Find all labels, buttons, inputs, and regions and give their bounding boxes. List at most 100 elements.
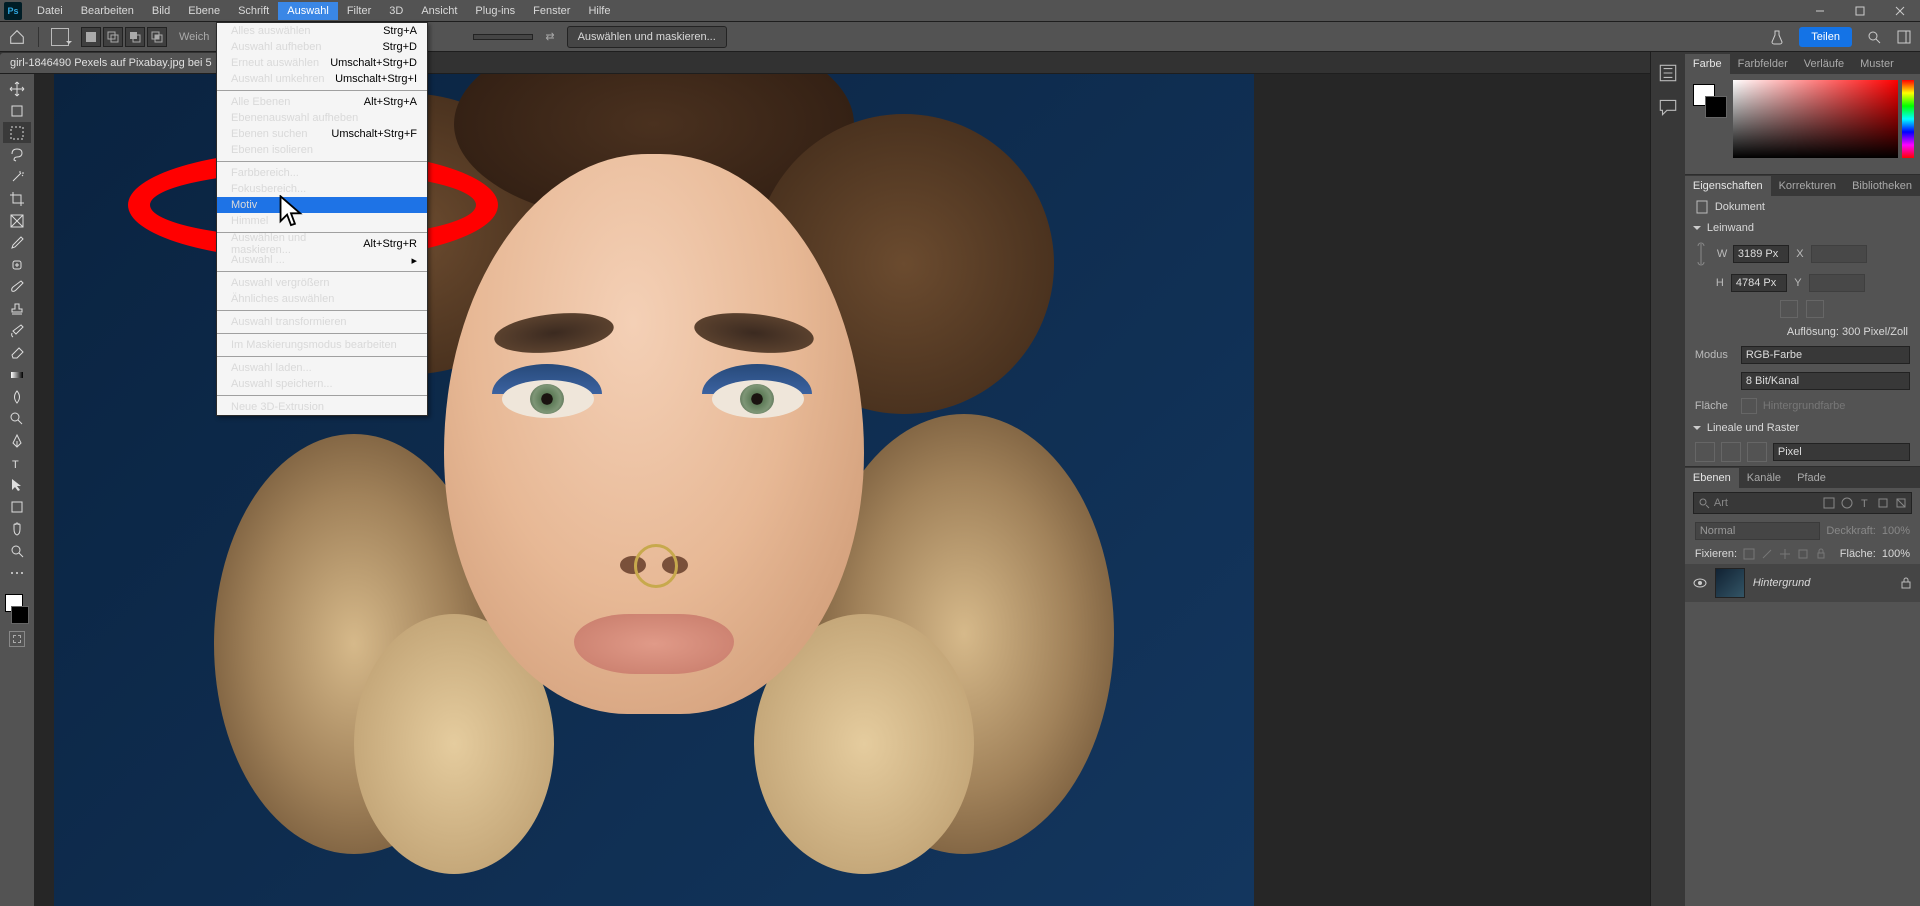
menu-item[interactable]: Auswählen und maskieren...Alt+Strg+R <box>217 236 427 252</box>
tool-zoom[interactable] <box>3 540 31 561</box>
layer-row-background[interactable]: Hintergrund <box>1685 564 1920 602</box>
portrait-orient-icon[interactable] <box>1780 300 1798 318</box>
tool-marquee[interactable] <box>3 122 31 143</box>
guides-icon[interactable] <box>1747 442 1767 462</box>
menu-3d[interactable]: 3D <box>380 2 412 20</box>
filter-shape-icon[interactable] <box>1877 497 1889 509</box>
window-close-button[interactable] <box>1880 0 1920 22</box>
menu-item[interactable]: Ebenen suchenUmschalt+Strg+F <box>217 126 427 142</box>
ruler-icon[interactable] <box>1695 442 1715 462</box>
menu-item[interactable]: Fokusbereich... <box>217 181 427 197</box>
tool-patch[interactable] <box>3 254 31 275</box>
menu-fenster[interactable]: Fenster <box>524 2 579 20</box>
tool-type[interactable]: T <box>3 452 31 473</box>
selection-shape-dropdown[interactable] <box>51 28 69 46</box>
menu-item[interactable]: Farbbereich... <box>217 165 427 181</box>
menu-ansicht[interactable]: Ansicht <box>412 2 466 20</box>
home-icon[interactable] <box>8 28 26 46</box>
tab-verlaeufe[interactable]: Verläufe <box>1796 54 1852 74</box>
menu-item[interactable]: Auswahl umkehrenUmschalt+Strg+I <box>217 71 427 87</box>
menu-filter[interactable]: Filter <box>338 2 380 20</box>
tool-artboard[interactable] <box>3 100 31 121</box>
tool-pen[interactable] <box>3 430 31 451</box>
tab-ebenen[interactable]: Ebenen <box>1685 468 1739 488</box>
menu-ebene[interactable]: Ebene <box>179 2 229 20</box>
lock-move-icon[interactable] <box>1779 548 1791 560</box>
tab-bibliotheken[interactable]: Bibliotheken <box>1844 176 1920 196</box>
tool-eyedropper[interactable] <box>3 232 31 253</box>
tool-hand[interactable] <box>3 518 31 539</box>
filter-type-icon[interactable]: T <box>1859 497 1871 509</box>
menu-item[interactable]: Auswahl vergrößern <box>217 275 427 291</box>
tab-farbe[interactable]: Farbe <box>1685 54 1730 74</box>
tool-stamp[interactable] <box>3 298 31 319</box>
search-icon[interactable] <box>1866 29 1882 45</box>
window-minimize-button[interactable] <box>1800 0 1840 22</box>
tab-muster[interactable]: Muster <box>1852 54 1902 74</box>
lock-all-icon[interactable] <box>1815 548 1827 560</box>
menu-item[interactable]: Erneut auswählenUmschalt+Strg+D <box>217 55 427 71</box>
menu-schrift[interactable]: Schrift <box>229 2 278 20</box>
lock-artboard-icon[interactable] <box>1797 548 1809 560</box>
layer-search[interactable]: Art T <box>1693 492 1912 514</box>
tool-crop[interactable] <box>3 188 31 209</box>
select-and-mask-button[interactable]: Auswählen und maskieren... <box>567 26 727 48</box>
tool-shape[interactable] <box>3 496 31 517</box>
lock-pixels-icon[interactable] <box>1743 548 1755 560</box>
menu-hilfe[interactable]: Hilfe <box>579 2 619 20</box>
window-maximize-button[interactable] <box>1840 0 1880 22</box>
tab-pfade[interactable]: Pfade <box>1789 468 1834 488</box>
swap-wh-icon[interactable]: ⇄ <box>545 30 554 43</box>
tool-blur[interactable] <box>3 386 31 407</box>
y-input[interactable] <box>1809 274 1865 292</box>
share-button[interactable]: Teilen <box>1799 27 1852 47</box>
menu-item[interactable]: Motiv <box>217 197 427 213</box>
color-swatch-pair[interactable] <box>3 592 31 626</box>
tab-farbfelder[interactable]: Farbfelder <box>1730 54 1796 74</box>
selection-new-icon[interactable] <box>81 27 101 47</box>
quickmask-toggle[interactable] <box>9 631 25 647</box>
tab-kanaele[interactable]: Kanäle <box>1739 468 1789 488</box>
section-lineale[interactable]: Lineale und Raster <box>1685 418 1920 438</box>
bitdepth-select[interactable]: 8 Bit/Kanal <box>1741 372 1910 390</box>
menu-item[interactable]: Auswahl aufhebenStrg+D <box>217 39 427 55</box>
grid-icon[interactable] <box>1721 442 1741 462</box>
menu-plugins[interactable]: Plug-ins <box>466 2 524 20</box>
menu-item[interactable]: Auswahl transformieren <box>217 314 427 330</box>
x-input[interactable] <box>1811 245 1867 263</box>
color-picker-panel[interactable] <box>1685 74 1920 174</box>
width-input[interactable] <box>1733 245 1789 263</box>
menu-item[interactable]: Auswahl speichern... <box>217 376 427 392</box>
height-input[interactable] <box>1731 274 1787 292</box>
beaker-icon[interactable] <box>1769 29 1785 45</box>
lock-brush-icon[interactable] <box>1761 548 1773 560</box>
tool-more[interactable] <box>3 562 31 583</box>
tab-eigenschaften[interactable]: Eigenschaften <box>1685 176 1771 196</box>
menu-item[interactable]: Im Maskierungsmodus bearbeiten <box>217 337 427 353</box>
section-leinwand[interactable]: Leinwand <box>1685 218 1920 238</box>
tool-lasso[interactable] <box>3 144 31 165</box>
selection-intersect-icon[interactable] <box>147 27 167 47</box>
mode-select[interactable]: RGB-Farbe <box>1741 346 1910 364</box>
width-field[interactable] <box>473 34 533 40</box>
comments-panel-icon[interactable] <box>1657 96 1679 118</box>
blendmode-select[interactable]: Normal <box>1695 522 1820 540</box>
landscape-orient-icon[interactable] <box>1806 300 1824 318</box>
unit-select[interactable]: Pixel <box>1773 443 1910 461</box>
menu-item[interactable]: Auswahl laden... <box>217 360 427 376</box>
tab-korrekturen[interactable]: Korrekturen <box>1771 176 1844 196</box>
tool-wand[interactable] <box>3 166 31 187</box>
history-panel-icon[interactable] <box>1657 62 1679 84</box>
selection-subtract-icon[interactable] <box>125 27 145 47</box>
tool-history-brush[interactable] <box>3 320 31 341</box>
menu-item[interactable]: Alles auswählenStrg+A <box>217 23 427 39</box>
tool-frame[interactable] <box>3 210 31 231</box>
filter-adjust-icon[interactable] <box>1841 497 1853 509</box>
menu-item[interactable]: Neue 3D-Extrusion <box>217 399 427 415</box>
menu-auswahl[interactable]: Auswahl <box>278 2 338 20</box>
tool-path-select[interactable] <box>3 474 31 495</box>
tool-eraser[interactable] <box>3 342 31 363</box>
selection-add-icon[interactable] <box>103 27 123 47</box>
tool-dodge[interactable] <box>3 408 31 429</box>
filter-image-icon[interactable] <box>1823 497 1835 509</box>
